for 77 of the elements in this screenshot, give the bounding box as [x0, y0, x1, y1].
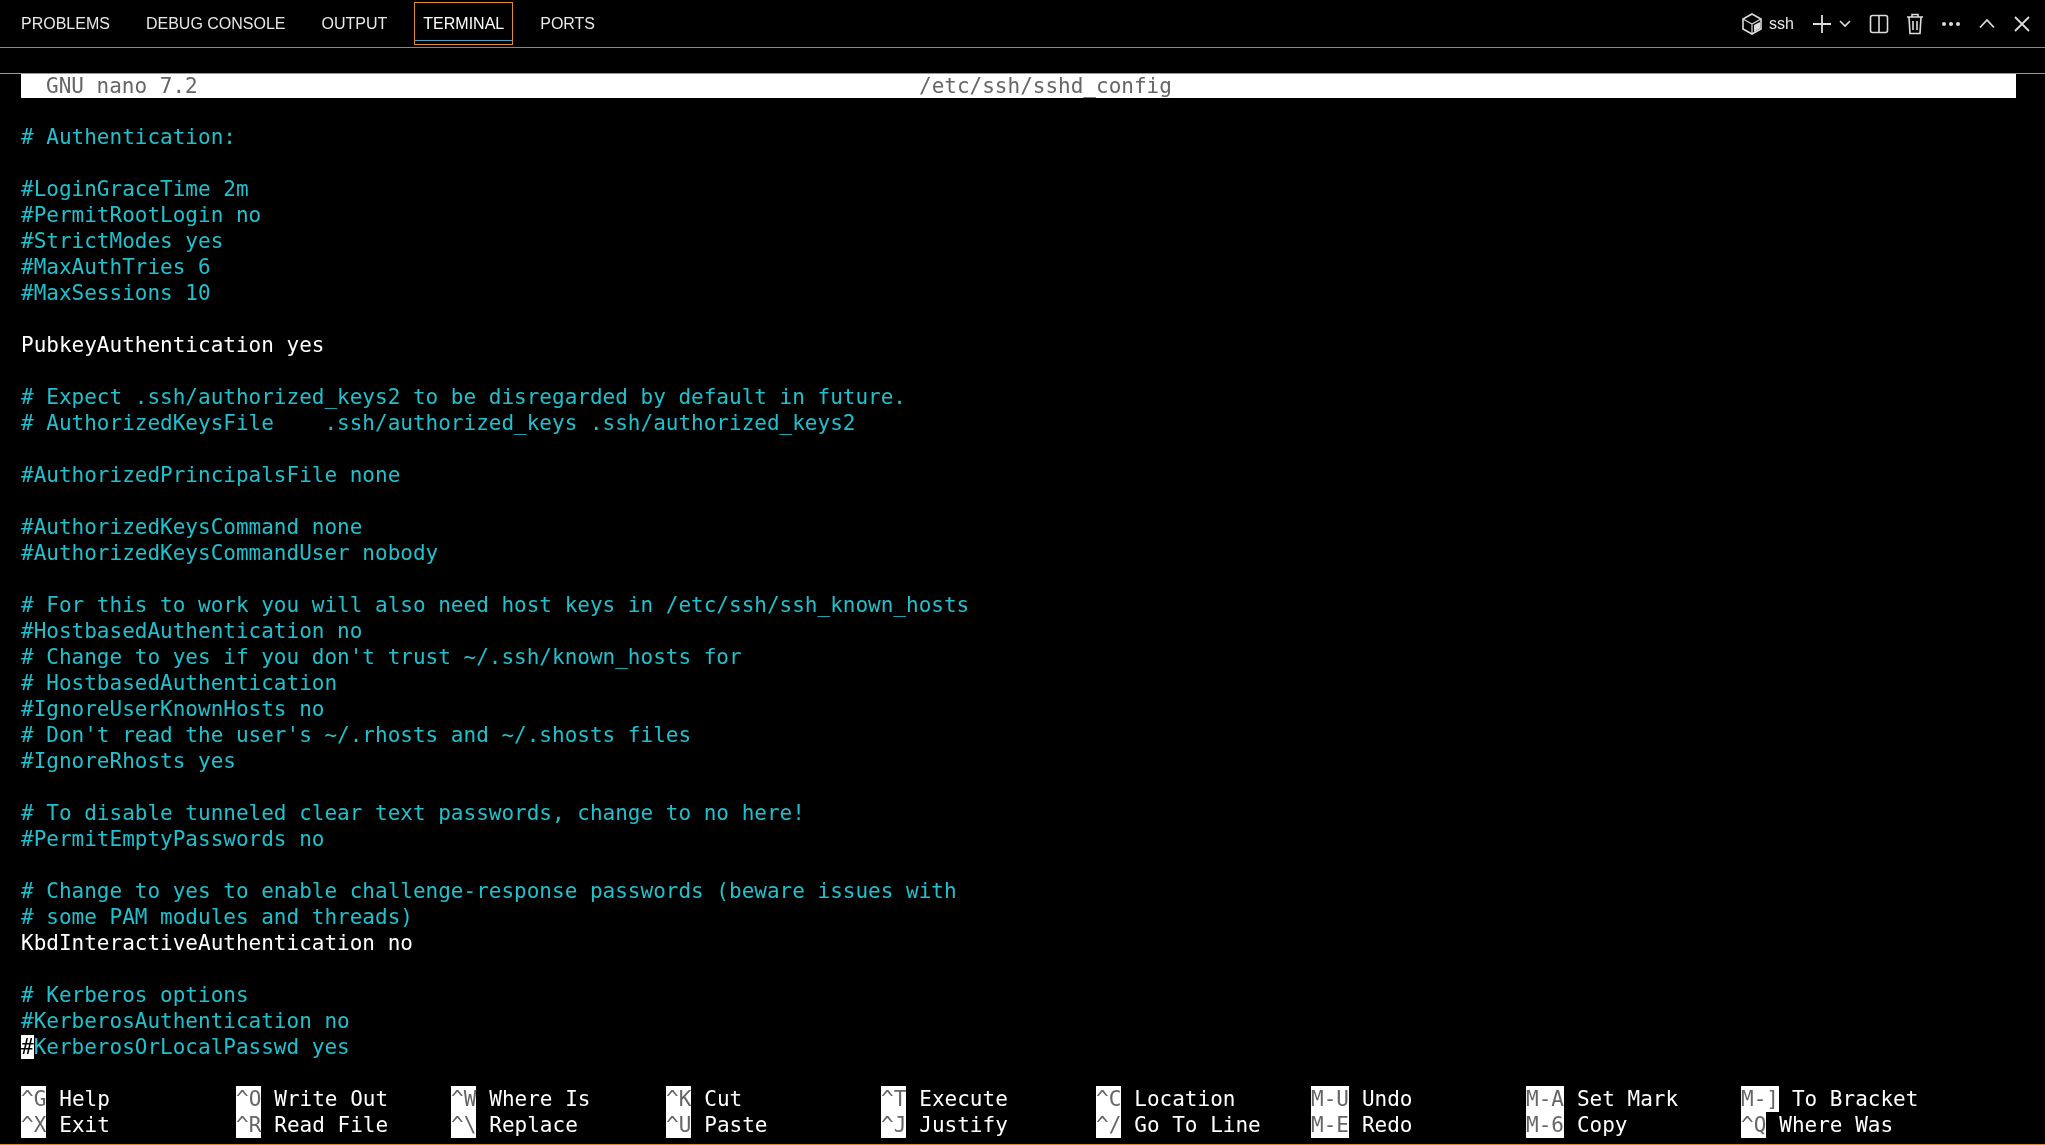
code-line: KbdInteractiveAuthentication no [21, 931, 413, 955]
shortcut-label: Paste [704, 1112, 768, 1138]
close-icon[interactable] [2013, 14, 2031, 33]
plus-icon[interactable] [1811, 12, 1833, 35]
shortcut-label: Copy [1576, 1112, 1628, 1138]
shortcut-label: Where Was [1779, 1112, 1894, 1138]
code-line: # Change to yes if you don't trust ~/.ssh/known_hosts for [21, 645, 742, 669]
code-line: # AuthorizedKeysFile .ssh/authorized_keys .ssh/authorized_keys2 [21, 411, 856, 435]
shortcut-label: Replace [489, 1112, 578, 1138]
code-line: #MaxSessions 10 [21, 281, 211, 305]
shortcut-key: ^O [236, 1086, 262, 1112]
code-line: #AuthorizedKeysCommandUser nobody [21, 541, 439, 565]
shortcut-label: Undo [1361, 1086, 1413, 1112]
shortcut-key: ^/ [1096, 1112, 1122, 1138]
shortcut-key: ^G [21, 1086, 47, 1112]
shortcut-key: M-E [1311, 1112, 1349, 1138]
code-line: #MaxAuthTries 6 [21, 255, 211, 279]
terminal-profile-icon[interactable] [1742, 12, 1763, 35]
shortcut-label: Go To Line [1134, 1112, 1261, 1138]
shortcut-label: Read File [274, 1112, 389, 1138]
shortcut-key: ^Q [1741, 1112, 1767, 1138]
terminal-name[interactable]: ssh [1769, 14, 1794, 33]
code-line: # Don't read the user's ~/.rhosts and ~/.shosts files [21, 723, 692, 747]
shortcut-key: M-U [1311, 1086, 1349, 1112]
shortcut-label: Exit [59, 1112, 110, 1138]
shortcut-key: M-A [1526, 1086, 1564, 1112]
shortcut-label: Cut [704, 1086, 743, 1112]
shortcut-key: ^T [881, 1086, 907, 1112]
code-line: #IgnoreRhosts yes [21, 749, 236, 773]
code-line: # Kerberos options [21, 983, 249, 1007]
trash-icon[interactable] [1906, 12, 1924, 35]
code-line: # Expect .ssh/authorized_keys2 to be disregarded by default in future. [21, 385, 906, 409]
code-line: #LoginGraceTime 2m [21, 177, 249, 201]
code-line: #StrictModes yes [21, 229, 224, 253]
shortcut-key: ^U [666, 1112, 692, 1138]
code-line: # some PAM modules and threads) [21, 905, 413, 929]
code-line: #AuthorizedKeysCommand none [21, 515, 363, 539]
shortcut-label: Where Is [489, 1086, 591, 1112]
shortcut-label: To Bracket [1791, 1086, 1919, 1112]
code-line: #PermitRootLogin no [21, 203, 262, 227]
shortcut-label: Redo [1361, 1112, 1413, 1138]
more-icon[interactable] [1941, 20, 1961, 27]
code-line: #AuthorizedPrincipalsFile none [21, 463, 401, 487]
code-line: #IgnoreUserKnownHosts no [21, 697, 325, 721]
chevron-up-icon[interactable] [1978, 18, 1996, 29]
panel-tab[interactable]: PORTS [531, 2, 605, 45]
code-line: #HostbasedAuthentication no [21, 619, 363, 643]
shortcut-label: Execute [919, 1086, 1008, 1112]
shortcut-label: Set Mark [1576, 1086, 1679, 1112]
shortcut-key: ^C [1096, 1086, 1122, 1112]
code-line: # For this to work you will also need host keys in /etc/ssh/ssh_known_hosts [21, 593, 970, 617]
shortcut-label: Justify [919, 1112, 1008, 1138]
code-line: # HostbasedAuthentication [21, 671, 338, 695]
panel-tab[interactable]: OUTPUT [312, 2, 397, 45]
split-panel-icon[interactable] [1869, 13, 1889, 34]
code-line: # To disable tunneled clear text passwords, change to no here! [21, 801, 805, 825]
shortcut-key: ^X [21, 1112, 47, 1138]
code-line: #PermitEmptyPasswords no [21, 827, 325, 851]
shortcut-key: ^K [666, 1086, 692, 1112]
panel-tab[interactable]: TERMINAL [414, 2, 514, 45]
code-line: # Authentication: [21, 125, 236, 149]
shortcut-label: Help [59, 1086, 110, 1112]
shortcut-key: ^\ [451, 1112, 477, 1138]
code-line: #KerberosAuthentication no [21, 1009, 350, 1033]
shortcut-key: M-6 [1526, 1112, 1564, 1138]
shortcut-key: ^J [881, 1112, 907, 1138]
panel-tab[interactable]: DEBUG CONSOLE [136, 2, 295, 45]
shortcut-key: ^R [236, 1112, 262, 1138]
shortcut-key: M-] [1741, 1086, 1779, 1112]
nano-version: GNU nano 7.2 [45, 74, 198, 98]
panel-tab[interactable]: PROBLEMS [12, 2, 119, 45]
code-line: # Change to yes to enable challenge-response passwords (beware issues with [21, 879, 957, 903]
code-line: PubkeyAuthentication yes [21, 333, 325, 357]
shortcut-label: Write Out [274, 1086, 389, 1112]
shortcut-label: Location [1134, 1086, 1236, 1112]
chevron-down-icon[interactable] [1838, 18, 1852, 29]
file-name: /etc/ssh/sshd_config [919, 74, 1172, 98]
